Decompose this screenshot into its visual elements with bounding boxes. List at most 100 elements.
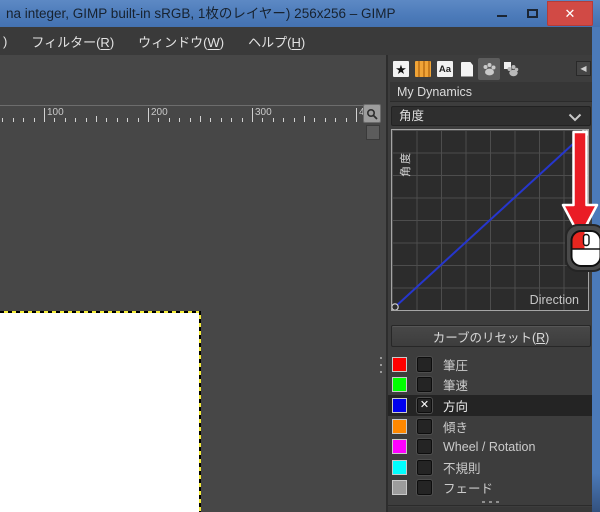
horizontal-ruler[interactable]: 100200300400 bbox=[0, 105, 364, 123]
layer-boundary-right bbox=[199, 311, 201, 512]
property-checkbox[interactable] bbox=[417, 439, 432, 454]
menu-item-1[interactable]: フィルター(R) bbox=[31, 32, 114, 51]
color-swatch[interactable] bbox=[392, 357, 407, 372]
ruler-tick bbox=[138, 118, 139, 122]
dynamics-row-1[interactable]: 筆速 bbox=[388, 375, 592, 396]
maximize-button[interactable] bbox=[519, 0, 545, 26]
dynamics-icon bbox=[481, 61, 497, 77]
menu-item-3[interactable]: ヘルプ(H) bbox=[248, 32, 305, 51]
ruler-tick bbox=[169, 118, 170, 122]
dock-tab-patterns[interactable] bbox=[412, 58, 434, 80]
property-label: 傾き bbox=[443, 417, 468, 436]
check-x-icon: ✕ bbox=[420, 400, 429, 411]
ruler-tick bbox=[190, 118, 191, 122]
property-checkbox[interactable] bbox=[417, 419, 432, 434]
property-label: 筆圧 bbox=[443, 355, 468, 374]
ruler-tick bbox=[273, 118, 274, 122]
dockable-tab-bar: ★ Aa bbox=[390, 58, 522, 80]
image-canvas[interactable] bbox=[0, 313, 199, 512]
ruler-label: 200 bbox=[151, 107, 168, 118]
canvas-area: 100200300400 bbox=[0, 55, 386, 512]
dock-tab-dynamics-editor[interactable] bbox=[500, 58, 522, 80]
dock-tab-dynamics[interactable] bbox=[478, 58, 500, 80]
dynamics-property-list: 筆圧筆速 ✕ 方向傾き Wheel / Rotation 不規則フェード bbox=[388, 354, 592, 498]
ruler-tick bbox=[294, 118, 295, 122]
ruler-tick bbox=[200, 116, 201, 122]
ruler-tick bbox=[54, 118, 55, 122]
dynamics-row-2[interactable]: ✕ 方向 bbox=[388, 395, 592, 416]
menu-bar: ) フィルター(R) ウィンドウ(W) ヘルプ(H) bbox=[0, 27, 592, 55]
color-swatch[interactable] bbox=[392, 439, 407, 454]
property-label: Wheel / Rotation bbox=[443, 440, 535, 454]
brushes-star-icon: ★ bbox=[393, 61, 409, 77]
ruler-tick bbox=[13, 118, 14, 122]
ruler-tick bbox=[210, 118, 211, 122]
close-icon: ✕ bbox=[565, 7, 576, 20]
property-checkbox[interactable] bbox=[417, 460, 432, 475]
scrollbar-corner[interactable] bbox=[366, 125, 380, 140]
gimp-window: na integer, GIMP built-in sRGB, 1枚のレイヤー)… bbox=[0, 0, 600, 512]
ruler-tick bbox=[252, 108, 253, 122]
ruler-tick bbox=[356, 108, 357, 122]
dynamics-row-0[interactable]: 筆圧 bbox=[388, 354, 592, 375]
property-checkbox[interactable] bbox=[417, 377, 432, 392]
color-swatch[interactable] bbox=[392, 377, 407, 392]
panel-menu-icon: ◀ bbox=[580, 65, 586, 73]
property-dropdown[interactable]: 角度 bbox=[391, 106, 591, 126]
dynamics-editor-icon bbox=[503, 61, 519, 77]
dock-tab-document[interactable] bbox=[456, 58, 478, 80]
ruler-tick bbox=[127, 118, 128, 122]
menu-item-2[interactable]: ウィンドウ(W) bbox=[138, 32, 224, 51]
ruler-tick bbox=[117, 118, 118, 122]
property-label: 不規則 bbox=[443, 458, 481, 477]
color-swatch[interactable] bbox=[392, 419, 407, 434]
ruler-tick bbox=[34, 118, 35, 122]
ruler-tick bbox=[314, 118, 315, 122]
ruler-tick bbox=[231, 118, 232, 122]
list-resize-grip[interactable] bbox=[388, 499, 592, 506]
ruler-tick bbox=[221, 118, 222, 122]
close-button[interactable]: ✕ bbox=[547, 1, 593, 26]
dynamics-row-4[interactable]: Wheel / Rotation bbox=[388, 436, 592, 457]
ruler-tick bbox=[148, 108, 149, 122]
menu-item-truncated[interactable]: ) bbox=[3, 34, 7, 49]
maximize-icon bbox=[527, 9, 538, 18]
dynamics-curve-editor[interactable]: 角度 Direction bbox=[391, 129, 589, 311]
panel-menu-button[interactable]: ◀ bbox=[576, 61, 591, 76]
property-dropdown-value: 角度 bbox=[399, 109, 424, 123]
minimize-icon bbox=[497, 15, 507, 17]
dock-tab-fonts[interactable]: Aa bbox=[434, 58, 456, 80]
window-title: na integer, GIMP built-in sRGB, 1枚のレイヤー)… bbox=[6, 0, 396, 27]
ruler-tick bbox=[2, 118, 3, 122]
ruler-tick bbox=[325, 118, 326, 122]
magnifier-icon bbox=[366, 108, 378, 120]
ruler-label: 300 bbox=[255, 107, 272, 118]
color-swatch[interactable] bbox=[392, 460, 407, 475]
property-checkbox[interactable]: ✕ bbox=[417, 398, 432, 413]
ruler-label: 100 bbox=[47, 107, 64, 118]
ruler-tick bbox=[179, 118, 180, 122]
dynamics-row-3[interactable]: 傾き bbox=[388, 416, 592, 437]
property-checkbox[interactable] bbox=[417, 357, 432, 372]
dock-tab-brushes-star[interactable]: ★ bbox=[390, 58, 412, 80]
minimize-button[interactable] bbox=[489, 0, 515, 26]
property-label: フェード bbox=[443, 478, 493, 497]
ruler-tick bbox=[96, 116, 97, 122]
property-label: 方向 bbox=[443, 396, 468, 415]
zoom-follow-window-button[interactable] bbox=[363, 104, 381, 123]
chevron-down-icon bbox=[568, 113, 582, 122]
ruler-tick bbox=[75, 118, 76, 122]
dynamics-row-6[interactable]: フェード bbox=[388, 478, 592, 499]
ruler-tick bbox=[242, 118, 243, 122]
color-swatch[interactable] bbox=[392, 398, 407, 413]
property-label: 筆速 bbox=[443, 375, 468, 394]
ruler-tick bbox=[346, 118, 347, 122]
layer-boundary-top bbox=[0, 311, 201, 313]
ruler-tick bbox=[23, 118, 24, 122]
dock-resize-grip[interactable] bbox=[380, 357, 382, 373]
reset-curve-button[interactable]: カーブのリセット(R) bbox=[391, 325, 591, 347]
color-swatch[interactable] bbox=[392, 480, 407, 495]
dynamics-row-5[interactable]: 不規則 bbox=[388, 457, 592, 478]
property-checkbox[interactable] bbox=[417, 480, 432, 495]
title-bar: na integer, GIMP built-in sRGB, 1枚のレイヤー)… bbox=[0, 0, 600, 27]
